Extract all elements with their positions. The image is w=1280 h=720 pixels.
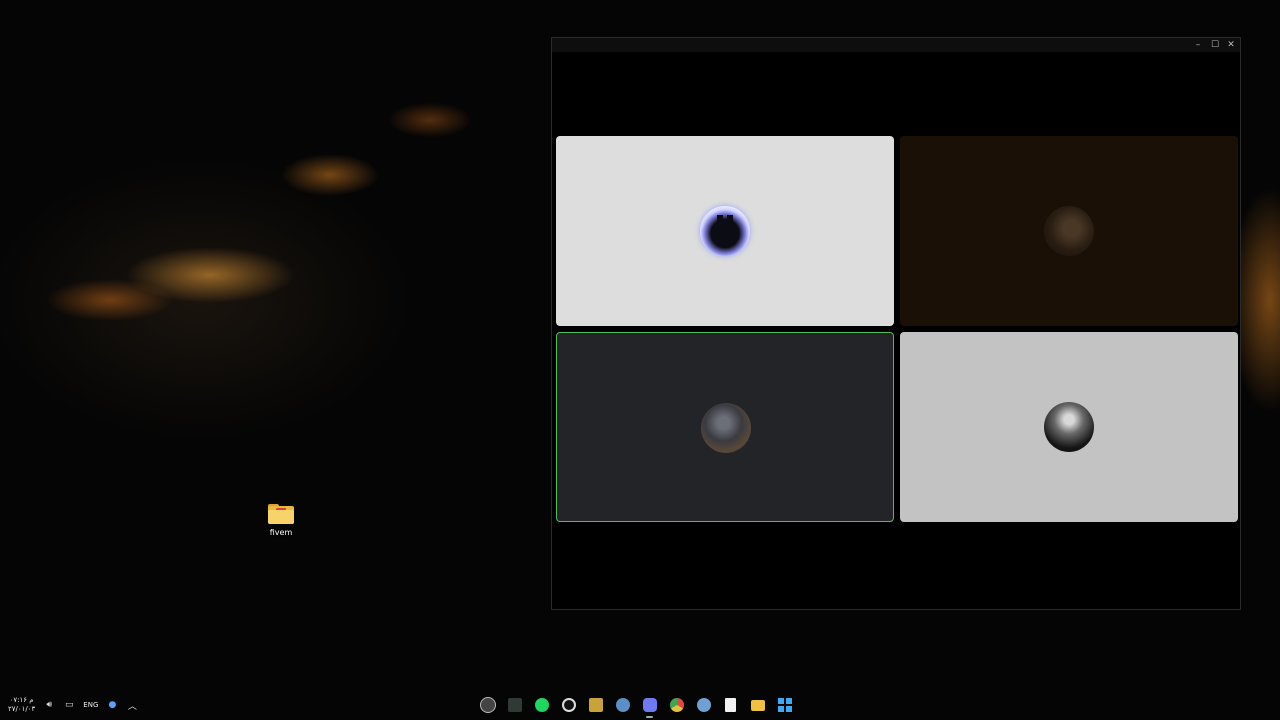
taskbar: ۰۷:۱۶ م ۲۷/۰۱/۰۳ 🔊︎ ▭ ENG ● ︿ — [0, 690, 1280, 720]
steam-icon-1[interactable] — [613, 696, 632, 715]
discord-icon[interactable] — [640, 696, 659, 718]
network-icon[interactable]: ▭ — [63, 699, 75, 711]
system-tray: ۰۷:۱۶ م ۲۷/۰۱/۰۳ 🔊︎ ▭ ENG ● ︿ — [8, 694, 138, 716]
windows-start-icon[interactable] — [775, 696, 794, 715]
close-button[interactable]: ✕ — [1223, 39, 1239, 51]
desktop-icon-label: fivem — [269, 528, 293, 537]
taskbar-apps — [478, 694, 794, 718]
voice-call-window: – ☐ ✕ — [551, 37, 1241, 610]
chevron-up-icon[interactable]: ︿ — [126, 699, 138, 712]
participant-tile[interactable] — [900, 136, 1238, 326]
participant-tile[interactable] — [900, 332, 1238, 522]
volume-icon[interactable]: 🔊︎ — [43, 699, 55, 711]
microphone-icon[interactable]: ● — [106, 699, 118, 711]
landscape-avatar — [701, 403, 751, 453]
clock-date: ۲۷/۰۱/۰۳ — [8, 705, 36, 713]
batman-avatar — [700, 206, 750, 256]
battlenet-icon[interactable] — [586, 696, 605, 715]
notepad-icon[interactable] — [721, 696, 740, 715]
desktop-icon-fivem[interactable]: fivem — [258, 504, 304, 537]
terminal-app-icon[interactable] — [505, 696, 524, 715]
folder-icon — [268, 504, 294, 524]
steam-icon-2[interactable] — [694, 696, 713, 715]
minimize-button[interactable]: – — [1190, 39, 1206, 51]
file-explorer-icon[interactable] — [748, 696, 767, 715]
clock[interactable]: ۰۷:۱۶ م ۲۷/۰۱/۰۳ — [8, 696, 35, 714]
clock-time: ۰۷:۱۶ م — [9, 696, 34, 704]
man-portrait-avatar — [1044, 206, 1094, 256]
participant-tile-speaking[interactable] — [556, 332, 894, 522]
chrome-icon[interactable] — [667, 696, 686, 715]
maximize-button[interactable]: ☐ — [1207, 39, 1223, 51]
clock-app-icon[interactable] — [478, 696, 497, 715]
window-titlebar[interactable]: – ☐ ✕ — [552, 38, 1240, 52]
crowd-avatar — [1044, 402, 1094, 452]
participant-tile[interactable] — [556, 136, 894, 326]
language-indicator[interactable]: ENG — [83, 701, 98, 709]
obs-icon[interactable] — [559, 696, 578, 715]
spotify-icon[interactable] — [532, 696, 551, 715]
